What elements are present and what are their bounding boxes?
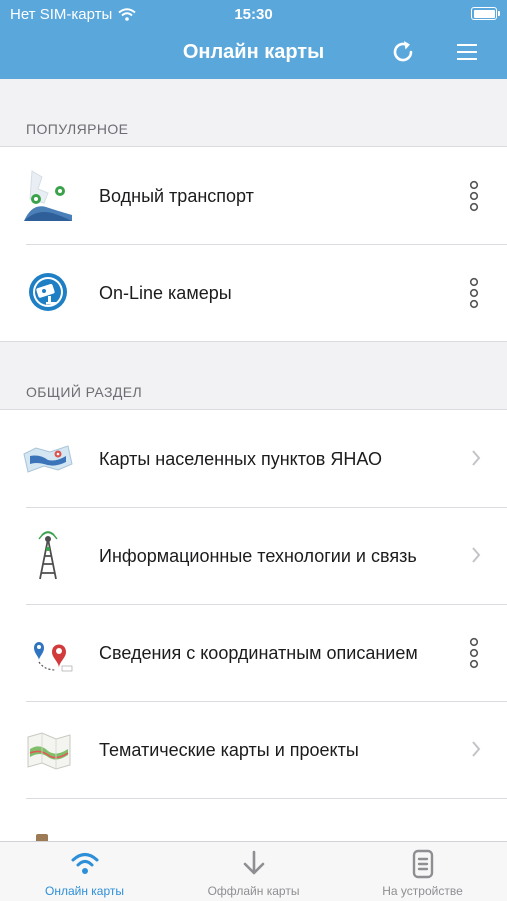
list-item-label: Информационные технологии и связь	[99, 545, 417, 566]
download-arrow-icon	[243, 850, 265, 875]
more-options-icon[interactable]	[469, 180, 479, 212]
hamburger-menu-icon[interactable]	[455, 42, 479, 62]
list-item-water-transport[interactable]: Водный транспорт	[0, 147, 507, 244]
thematic-map-icon	[27, 732, 71, 770]
status-time: 15:30	[234, 6, 273, 23]
list-item-thematic-maps[interactable]: Тематические карты и проекты	[0, 701, 507, 798]
water-transport-icon	[24, 170, 72, 221]
list-item-settlement-maps[interactable]: Карты населенных пунктов ЯНАО	[0, 410, 507, 507]
tab-on-device[interactable]: На устройстве	[338, 842, 507, 901]
more-options-icon[interactable]	[469, 277, 479, 309]
general-list: Карты населенных пунктов ЯНАО Информацио…	[0, 409, 507, 858]
antenna-tower-icon	[38, 531, 58, 580]
tab-label: Оффлайн карты	[207, 884, 300, 898]
list-item-label: Тематические карты и проекты	[99, 739, 359, 760]
tab-bar: Онлайн карты Оффлайн карты На устройстве	[0, 841, 507, 901]
list-item-label: Водный транспорт	[99, 185, 254, 206]
navigation-header: Нет SIM-карты 15:30 Онлайн карты	[0, 0, 507, 79]
list-item-label: Сведения с координатным описанием	[99, 642, 418, 663]
refresh-icon[interactable]	[389, 38, 417, 66]
chevron-right-icon	[472, 741, 481, 757]
wifi-icon	[71, 853, 99, 874]
list-item-label: Карты населенных пунктов ЯНАО	[99, 448, 382, 469]
page-title: Онлайн карты	[182, 41, 325, 63]
tab-label: На устройстве	[382, 884, 463, 898]
popular-list: Водный транспорт On-Line камеры	[0, 146, 507, 342]
document-icon	[412, 849, 434, 879]
tab-label: Онлайн карты	[44, 884, 125, 898]
section-header-general: ОБЩИЙ РАЗДЕЛ	[26, 384, 143, 400]
list-item-online-cameras[interactable]: On-Line камеры	[0, 244, 507, 341]
section-header-popular: ПОПУЛЯРНОЕ	[26, 121, 129, 137]
coordinate-pins-icon	[34, 642, 73, 672]
tab-online-maps[interactable]: Онлайн карты	[0, 842, 169, 901]
settlement-map-icon	[23, 445, 73, 473]
camera-icon	[29, 273, 67, 311]
tab-offline-maps[interactable]: Оффлайн карты	[169, 842, 338, 901]
list-item-coordinate-info[interactable]: Сведения с координатным описанием	[0, 604, 507, 701]
more-options-icon[interactable]	[469, 637, 479, 669]
battery-icon	[471, 7, 500, 20]
status-bar: Нет SIM-карты 15:30	[0, 0, 507, 28]
chevron-right-icon	[472, 547, 481, 563]
chevron-right-icon	[472, 450, 481, 466]
list-item-label: On-Line камеры	[99, 282, 232, 303]
list-item-it-communications[interactable]: Информационные технологии и связь	[0, 507, 507, 604]
